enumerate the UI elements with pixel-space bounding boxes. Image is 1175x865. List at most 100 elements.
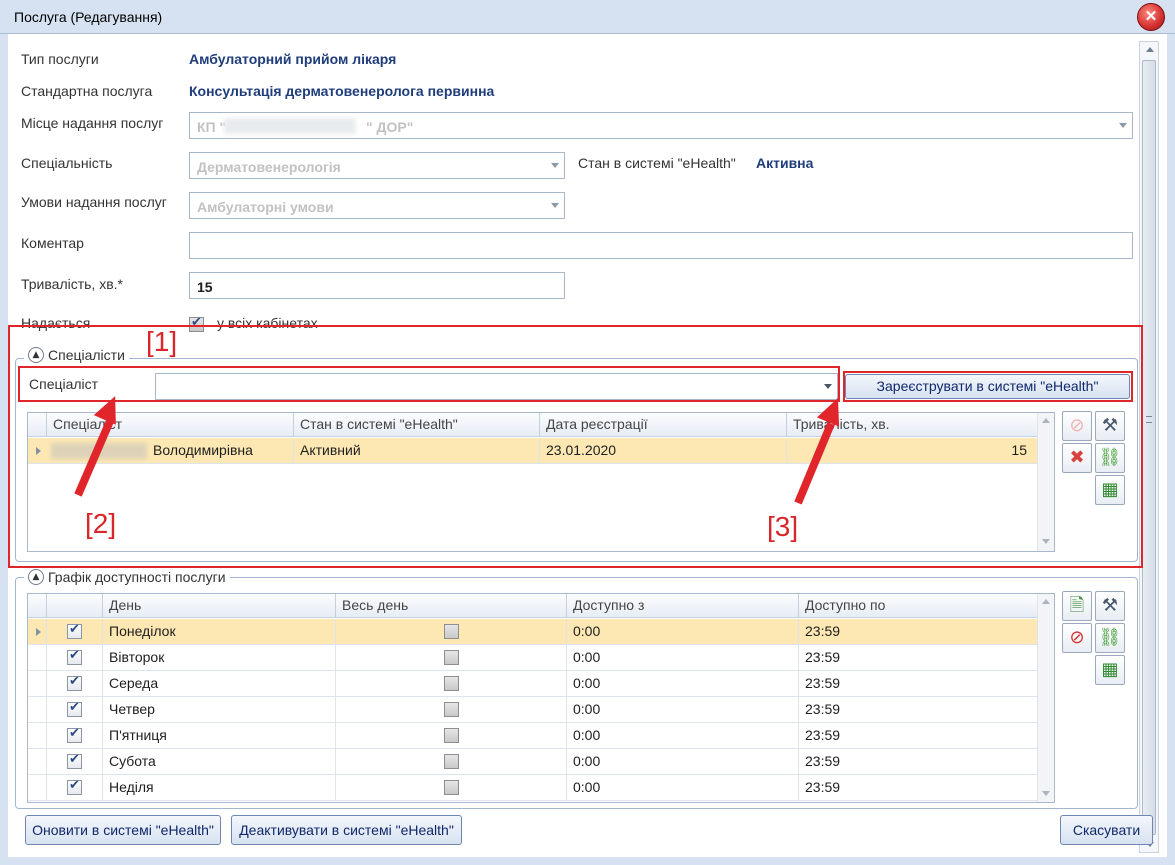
from-cell: 0:00 xyxy=(567,619,799,645)
comment-label: Коментар xyxy=(21,235,84,251)
day-enabled-checkbox[interactable] xyxy=(67,622,82,639)
table-row[interactable]: Неділя 0:00 23:59 xyxy=(28,775,1038,801)
cancel-button[interactable]: Скасувати xyxy=(1060,815,1153,845)
row-indicator-cell xyxy=(28,645,47,671)
specialty-select[interactable]: Дерматовенерологія xyxy=(189,152,565,179)
from-cell: 0:00 xyxy=(567,697,799,723)
row-indicator-cell xyxy=(28,749,47,775)
window-frame-left xyxy=(0,34,8,865)
day-cell: Четвер xyxy=(103,697,336,723)
annotation-box-1 xyxy=(8,325,1143,568)
update-ehealth-button[interactable]: Оновити в системі "eHealth" xyxy=(25,815,221,845)
table-row[interactable]: Середа 0:00 23:59 xyxy=(28,671,1038,697)
annotation-box-3 xyxy=(843,371,1133,402)
to-cell: 23:59 xyxy=(799,645,1038,671)
all-day-checkbox[interactable] xyxy=(444,780,459,795)
day-enabled-checkbox[interactable] xyxy=(67,700,82,717)
annotation-label-2: [2] xyxy=(85,508,117,539)
delete-icon[interactable]: ⊘ xyxy=(1062,623,1092,653)
scroll-thumb[interactable] xyxy=(1142,60,1156,835)
chevron-down-icon xyxy=(1119,123,1127,128)
to-cell: 23:59 xyxy=(799,671,1038,697)
chevron-down-icon xyxy=(551,203,559,208)
conditions-label: Умови надання послуг xyxy=(21,194,167,210)
row-indicator-cell xyxy=(28,723,47,749)
add-doc-icon[interactable]: 🗎 xyxy=(1062,591,1092,621)
collapse-icon[interactable]: ▲ xyxy=(28,569,44,585)
scroll-up-icon[interactable] xyxy=(1146,47,1154,52)
col-enabled[interactable] xyxy=(47,594,103,618)
annotation-label-3: [3] xyxy=(767,511,799,542)
col-day[interactable]: День xyxy=(103,594,336,618)
scroll-down-icon[interactable] xyxy=(1042,791,1050,796)
day-cell: Понеділок xyxy=(103,619,336,645)
window-title: Послуга (Редагування) xyxy=(14,9,163,25)
place-select[interactable]: КП " " ДОР" xyxy=(189,112,1133,139)
comment-input[interactable] xyxy=(189,232,1133,259)
all-day-checkbox[interactable] xyxy=(444,650,459,665)
day-cell: Субота xyxy=(103,749,336,775)
col-available-from[interactable]: Доступно з xyxy=(567,594,799,618)
table-row[interactable]: Четвер 0:00 23:59 xyxy=(28,697,1038,723)
table-row[interactable]: Субота 0:00 23:59 xyxy=(28,749,1038,775)
schedule-group-title: Графік доступності послуги xyxy=(48,569,226,585)
conditions-value: Амбулаторні умови xyxy=(197,199,334,215)
schedule-grid-scrollbar[interactable] xyxy=(1037,594,1054,802)
redacted-place-name xyxy=(224,118,356,134)
standard-service-label: Стандартна послуга xyxy=(21,83,153,99)
service-type-label: Тип послуги xyxy=(21,51,99,67)
row-indicator-cell xyxy=(28,697,47,723)
deactivate-ehealth-button[interactable]: Деактивувати в системі "eHealth" xyxy=(231,815,462,845)
day-enabled-checkbox[interactable] xyxy=(67,648,82,665)
duration-label: Тривалість, хв.* xyxy=(21,276,123,292)
window-frame-right xyxy=(1167,34,1175,865)
place-label: Місце надання послуг xyxy=(21,115,164,131)
all-day-checkbox[interactable] xyxy=(444,624,459,639)
ehealth-status-label: Стан в системі "eHealth" xyxy=(578,155,736,171)
scroll-up-icon[interactable] xyxy=(1042,599,1050,604)
to-cell: 23:59 xyxy=(799,619,1038,645)
link-icon[interactable]: ⛓ xyxy=(1095,623,1125,653)
day-enabled-checkbox[interactable] xyxy=(67,674,82,691)
day-enabled-checkbox[interactable] xyxy=(67,726,82,743)
row-pointer-icon xyxy=(36,628,41,636)
table-row[interactable]: П'ятниця 0:00 23:59 xyxy=(28,723,1038,749)
duration-value: 15 xyxy=(197,279,213,295)
conditions-select[interactable]: Амбулаторні умови xyxy=(189,192,565,219)
all-day-checkbox[interactable] xyxy=(444,676,459,691)
schedule-grid-header: День Весь день Доступно з Доступно по xyxy=(28,594,1038,618)
table-icon[interactable]: ▦ xyxy=(1095,655,1125,685)
row-indicator-cell xyxy=(28,671,47,697)
day-enabled-checkbox[interactable] xyxy=(67,778,82,795)
day-cell: Вівторок xyxy=(103,645,336,671)
close-icon[interactable]: ✕ xyxy=(1137,3,1165,31)
annotation-box-2 xyxy=(18,366,840,402)
duration-input[interactable]: 15 xyxy=(189,272,565,299)
from-cell: 0:00 xyxy=(567,645,799,671)
window-frame-bottom xyxy=(0,857,1175,865)
from-cell: 0:00 xyxy=(567,671,799,697)
col-all-day[interactable]: Весь день xyxy=(336,594,567,618)
table-row[interactable]: Вівторок 0:00 23:59 xyxy=(28,645,1038,671)
all-day-checkbox[interactable] xyxy=(444,728,459,743)
edit-tools-icon[interactable]: ⚒ xyxy=(1095,591,1125,621)
all-day-checkbox[interactable] xyxy=(444,702,459,717)
from-cell: 0:00 xyxy=(567,775,799,801)
specialty-value: Дерматовенерологія xyxy=(197,159,341,175)
day-cell: Неділя xyxy=(103,775,336,801)
specialty-label: Спеціальність xyxy=(21,155,113,171)
table-row[interactable]: Понеділок 0:00 23:59 xyxy=(28,619,1038,645)
window-titlebar xyxy=(0,0,1175,34)
all-day-checkbox[interactable] xyxy=(444,754,459,769)
place-value-prefix: КП " xyxy=(197,119,227,135)
row-indicator-cell xyxy=(28,775,47,801)
to-cell: 23:59 xyxy=(799,775,1038,801)
service-type-value: Амбулаторний прийом лікаря xyxy=(189,51,397,67)
chevron-down-icon xyxy=(551,163,559,168)
day-cell: П'ятниця xyxy=(103,723,336,749)
to-cell: 23:59 xyxy=(799,697,1038,723)
day-enabled-checkbox[interactable] xyxy=(67,752,82,769)
day-cell: Середа xyxy=(103,671,336,697)
col-available-to[interactable]: Доступно по xyxy=(799,594,1038,618)
to-cell: 23:59 xyxy=(799,749,1038,775)
